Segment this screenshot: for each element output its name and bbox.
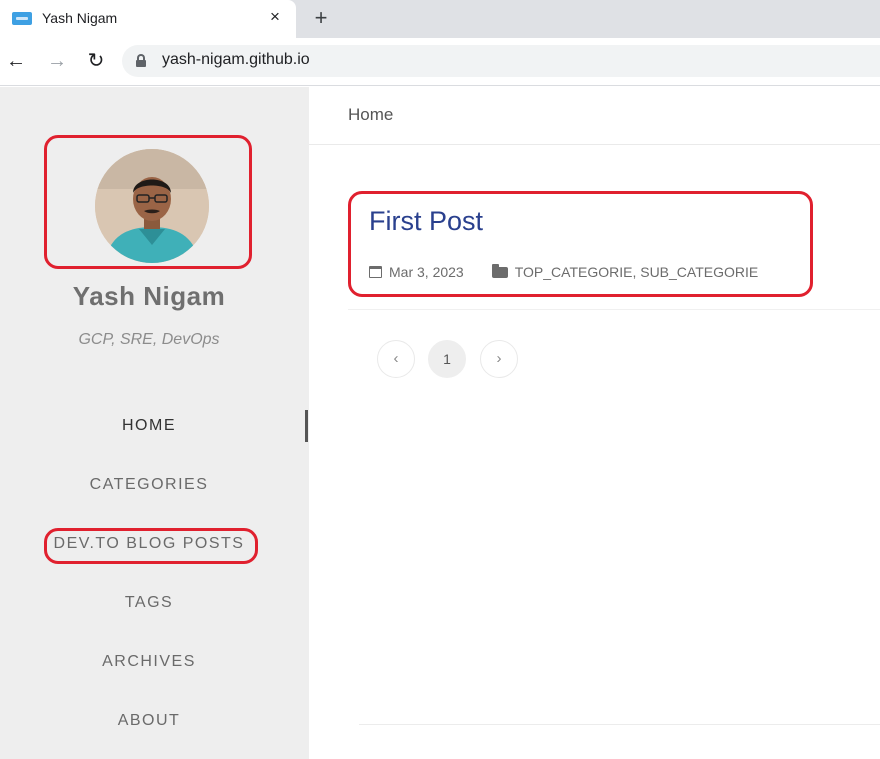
avatar-highlight-box <box>44 135 252 269</box>
post-divider <box>348 309 880 310</box>
breadcrumb-divider <box>309 144 880 145</box>
menu-item-categories[interactable]: CATEGORIES <box>0 476 298 494</box>
pagination-prev-button[interactable]: ‹ <box>377 340 415 378</box>
url-text[interactable]: yash-nigam.github.io <box>162 51 310 69</box>
site-author-name[interactable]: Yash Nigam <box>0 281 298 312</box>
sidebar: Yash Nigam GCP, SRE, DevOps HOME CATEGOR… <box>0 87 309 759</box>
back-arrow-icon[interactable]: ← <box>4 49 28 73</box>
post-title[interactable]: First Post <box>369 206 483 237</box>
footer-divider <box>359 724 880 725</box>
browser-tab[interactable]: Yash Nigam × <box>0 0 296 38</box>
menu-item-tags[interactable]: TAGS <box>0 594 298 612</box>
menu-item-home[interactable]: HOME <box>0 417 298 435</box>
reload-icon[interactable]: ↻ <box>84 49 108 73</box>
breadcrumb[interactable]: Home <box>348 105 393 125</box>
calendar-icon <box>369 266 382 278</box>
tab-title: Yash Nigam <box>42 10 118 26</box>
post-date: Mar 3, 2023 <box>389 264 464 280</box>
post-meta: Mar 3, 2023 TOP_CATEGORIE, SUB_CATEGORIE <box>369 263 759 280</box>
devto-highlight-box <box>44 528 258 564</box>
new-tab-icon[interactable]: + <box>308 5 334 31</box>
folder-icon <box>491 263 508 278</box>
lock-icon[interactable] <box>136 54 146 67</box>
favicon-icon <box>12 12 32 25</box>
site-description: GCP, SRE, DevOps <box>78 331 220 348</box>
pagination-next-button[interactable]: › <box>480 340 518 378</box>
pagination-page-1[interactable]: 1 <box>428 340 466 378</box>
post-categories[interactable]: TOP_CATEGORIE, SUB_CATEGORIE <box>515 264 759 280</box>
active-menu-indicator <box>305 410 308 442</box>
main-content: Home First Post Mar 3, 2023 TOP_CATEGORI… <box>309 87 880 759</box>
browser-tab-strip: Yash Nigam × + <box>0 0 880 38</box>
forward-arrow-icon[interactable]: → <box>45 49 69 73</box>
avatar <box>95 149 209 263</box>
avatar-portrait <box>95 149 209 263</box>
close-tab-icon[interactable]: × <box>264 6 286 28</box>
address-bar[interactable]: yash-nigam.github.io <box>122 45 880 77</box>
menu-item-archives[interactable]: ARCHIVES <box>0 653 298 671</box>
menu-item-about[interactable]: ABOUT <box>0 712 298 730</box>
browser-toolbar: ← → ↻ yash-nigam.github.io <box>0 38 880 86</box>
post-card: First Post Mar 3, 2023 TOP_CATEGORIE, SU… <box>348 191 813 297</box>
